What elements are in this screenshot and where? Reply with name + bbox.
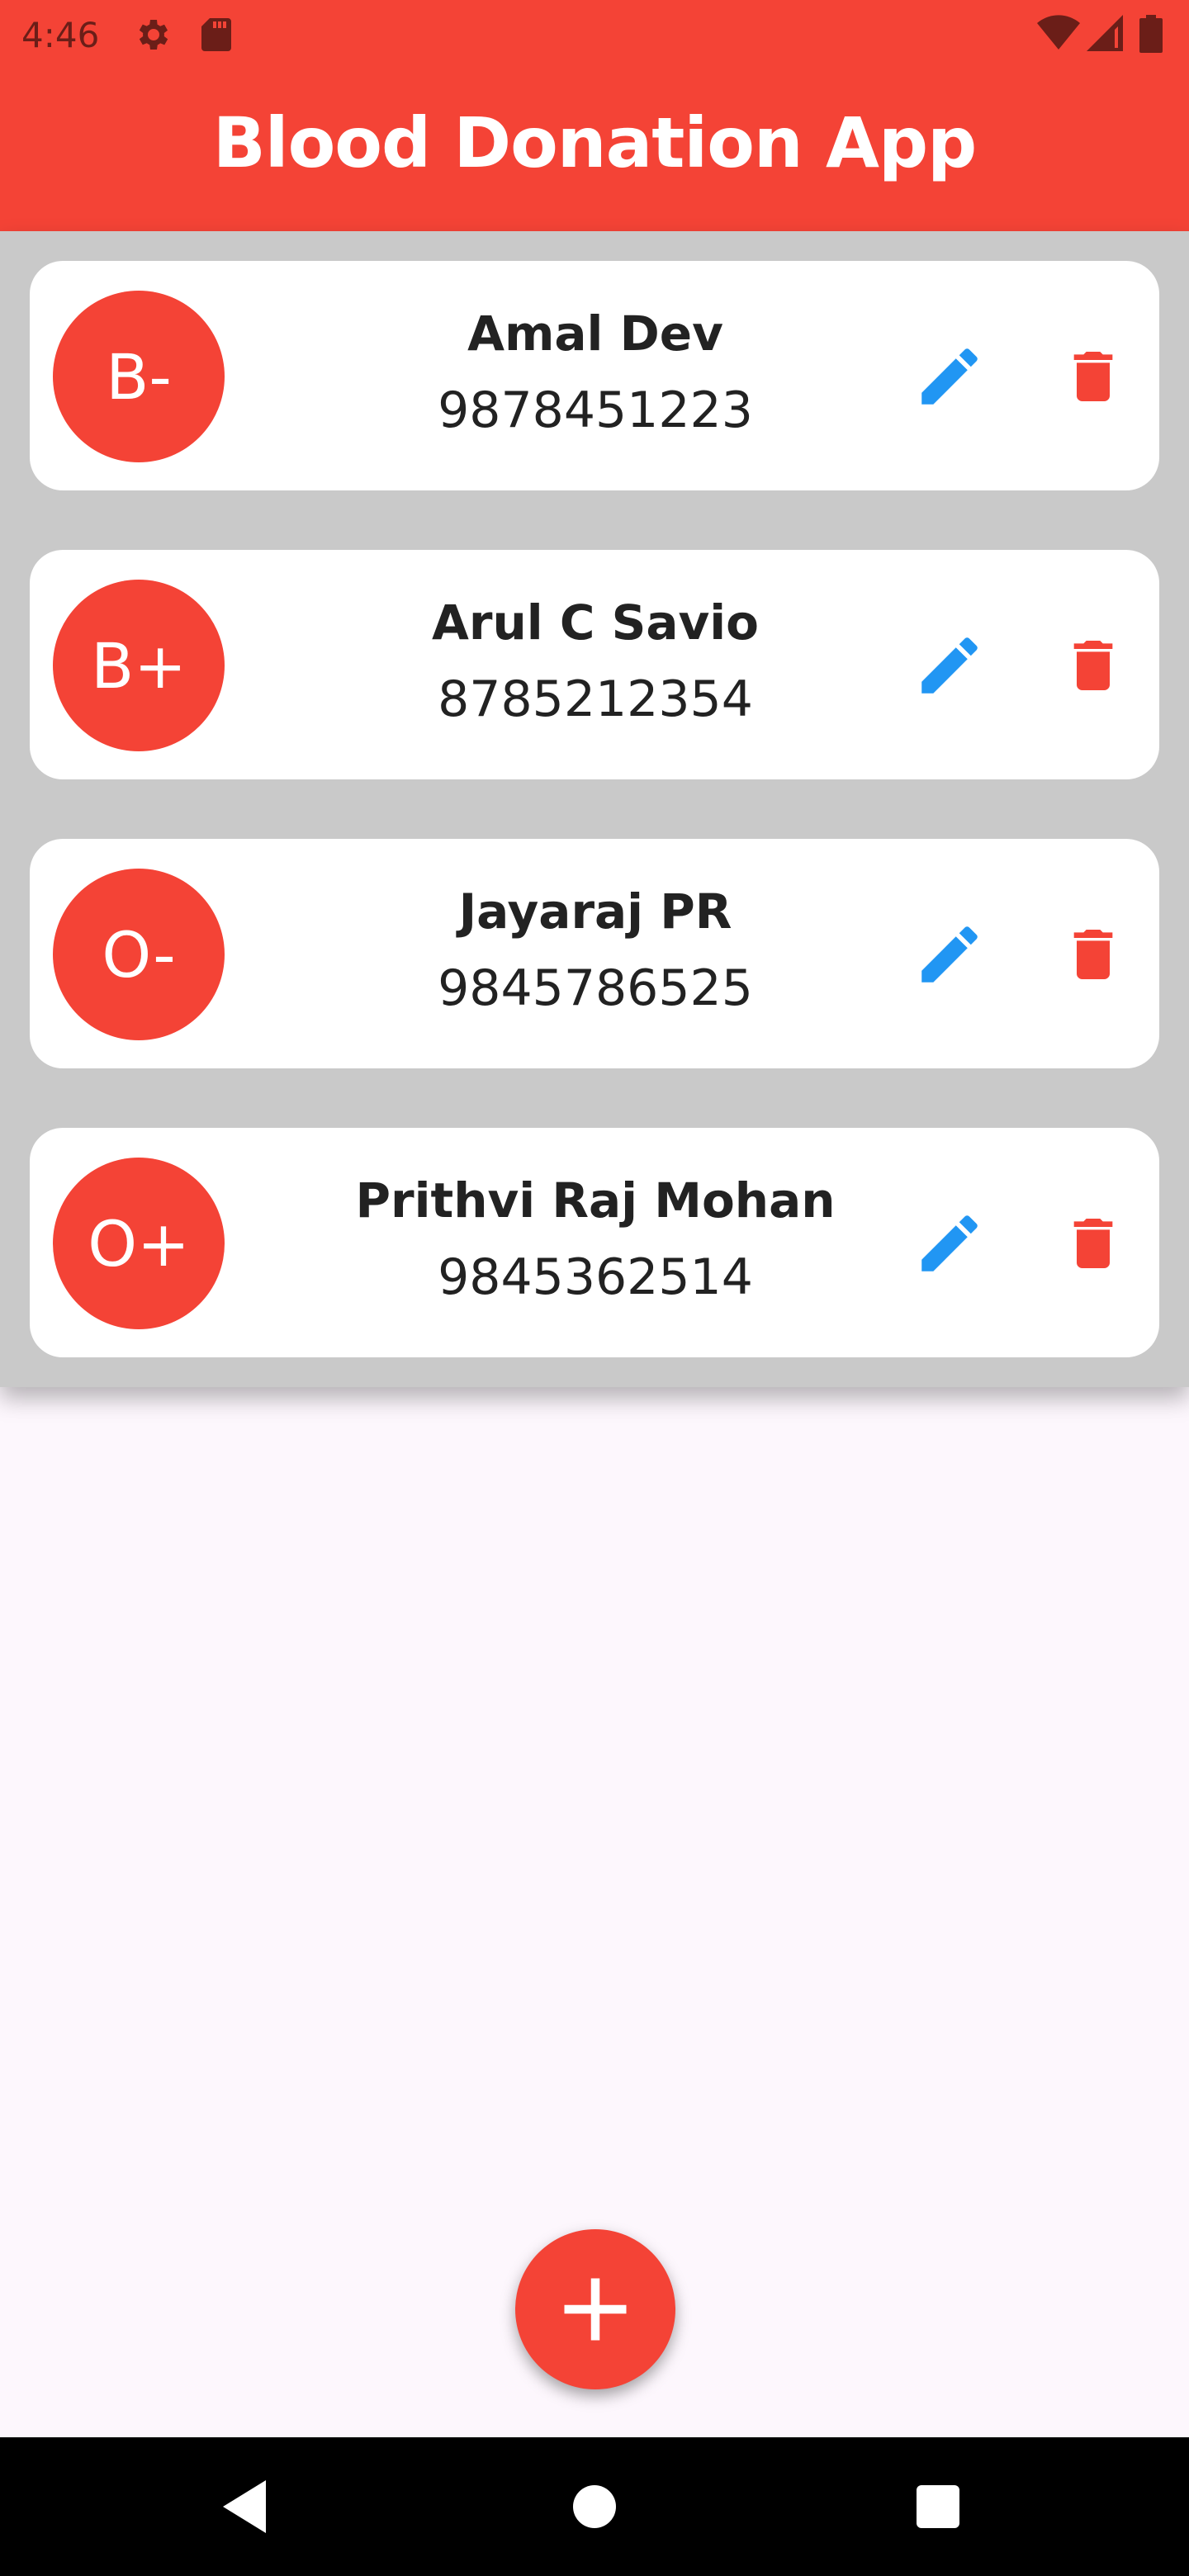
donor-card[interactable]: O- Jayaraj PR 9845786525 <box>30 839 1159 1068</box>
pencil-icon <box>921 926 978 983</box>
donor-name: Prithvi Raj Mohan <box>355 1172 836 1229</box>
pencil-icon <box>921 348 978 405</box>
edit-button[interactable] <box>910 337 989 416</box>
blood-group-avatar: B- <box>53 291 225 462</box>
home-button[interactable] <box>555 2467 634 2546</box>
edit-button[interactable] <box>910 915 989 994</box>
add-donor-button[interactable] <box>515 2229 675 2389</box>
blood-group-avatar: B+ <box>53 580 225 751</box>
donor-phone: 9878451223 <box>438 381 753 439</box>
blood-group-avatar: O+ <box>53 1158 225 1329</box>
delete-button[interactable] <box>1054 1204 1133 1283</box>
donor-name: Amal Dev <box>467 305 723 362</box>
trash-icon <box>1073 930 1113 979</box>
donor-name: Jayaraj PR <box>458 883 732 940</box>
battery-icon <box>1139 15 1163 56</box>
home-icon <box>573 2485 616 2528</box>
donor-card[interactable]: O+ Prithvi Raj Mohan 9845362514 <box>30 1128 1159 1357</box>
delete-button[interactable] <box>1054 915 1133 994</box>
signal-icon <box>1087 15 1123 54</box>
app-title: Blood Donation App <box>212 102 978 183</box>
edit-button[interactable] <box>910 1204 989 1283</box>
sd-card-icon <box>198 15 234 58</box>
back-icon <box>223 2480 266 2533</box>
back-button[interactable] <box>210 2467 289 2546</box>
delete-button[interactable] <box>1054 626 1133 705</box>
trash-icon <box>1073 641 1113 690</box>
status-bar: 4:46 <box>0 0 1189 66</box>
donor-card[interactable]: B+ Arul C Savio 8785212354 <box>30 550 1159 779</box>
donor-phone: 8785212354 <box>438 670 753 728</box>
donor-phone: 9845362514 <box>438 1248 753 1306</box>
trash-icon <box>1073 352 1113 401</box>
donor-phone: 9845786525 <box>438 959 753 1017</box>
wifi-icon <box>1037 15 1080 54</box>
donor-card[interactable]: B- Amal Dev 9878451223 <box>30 261 1159 490</box>
settings-icon <box>134 15 173 58</box>
plus-icon <box>564 2278 627 2341</box>
recents-button[interactable] <box>898 2467 978 2546</box>
pencil-icon <box>921 637 978 694</box>
app-bar: Blood Donation App <box>0 66 1189 231</box>
pencil-icon <box>921 1215 978 1271</box>
delete-button[interactable] <box>1054 337 1133 416</box>
recents-icon <box>917 2485 959 2528</box>
donor-name: Arul C Savio <box>431 594 760 651</box>
trash-icon <box>1073 1219 1113 1268</box>
donor-list: B- Amal Dev 9878451223 B+ Arul C Savio 8… <box>0 231 1189 1387</box>
edit-button[interactable] <box>910 626 989 705</box>
blood-group-avatar: O- <box>53 869 225 1040</box>
status-time: 4:46 <box>21 15 100 55</box>
navigation-bar <box>0 2437 1189 2576</box>
